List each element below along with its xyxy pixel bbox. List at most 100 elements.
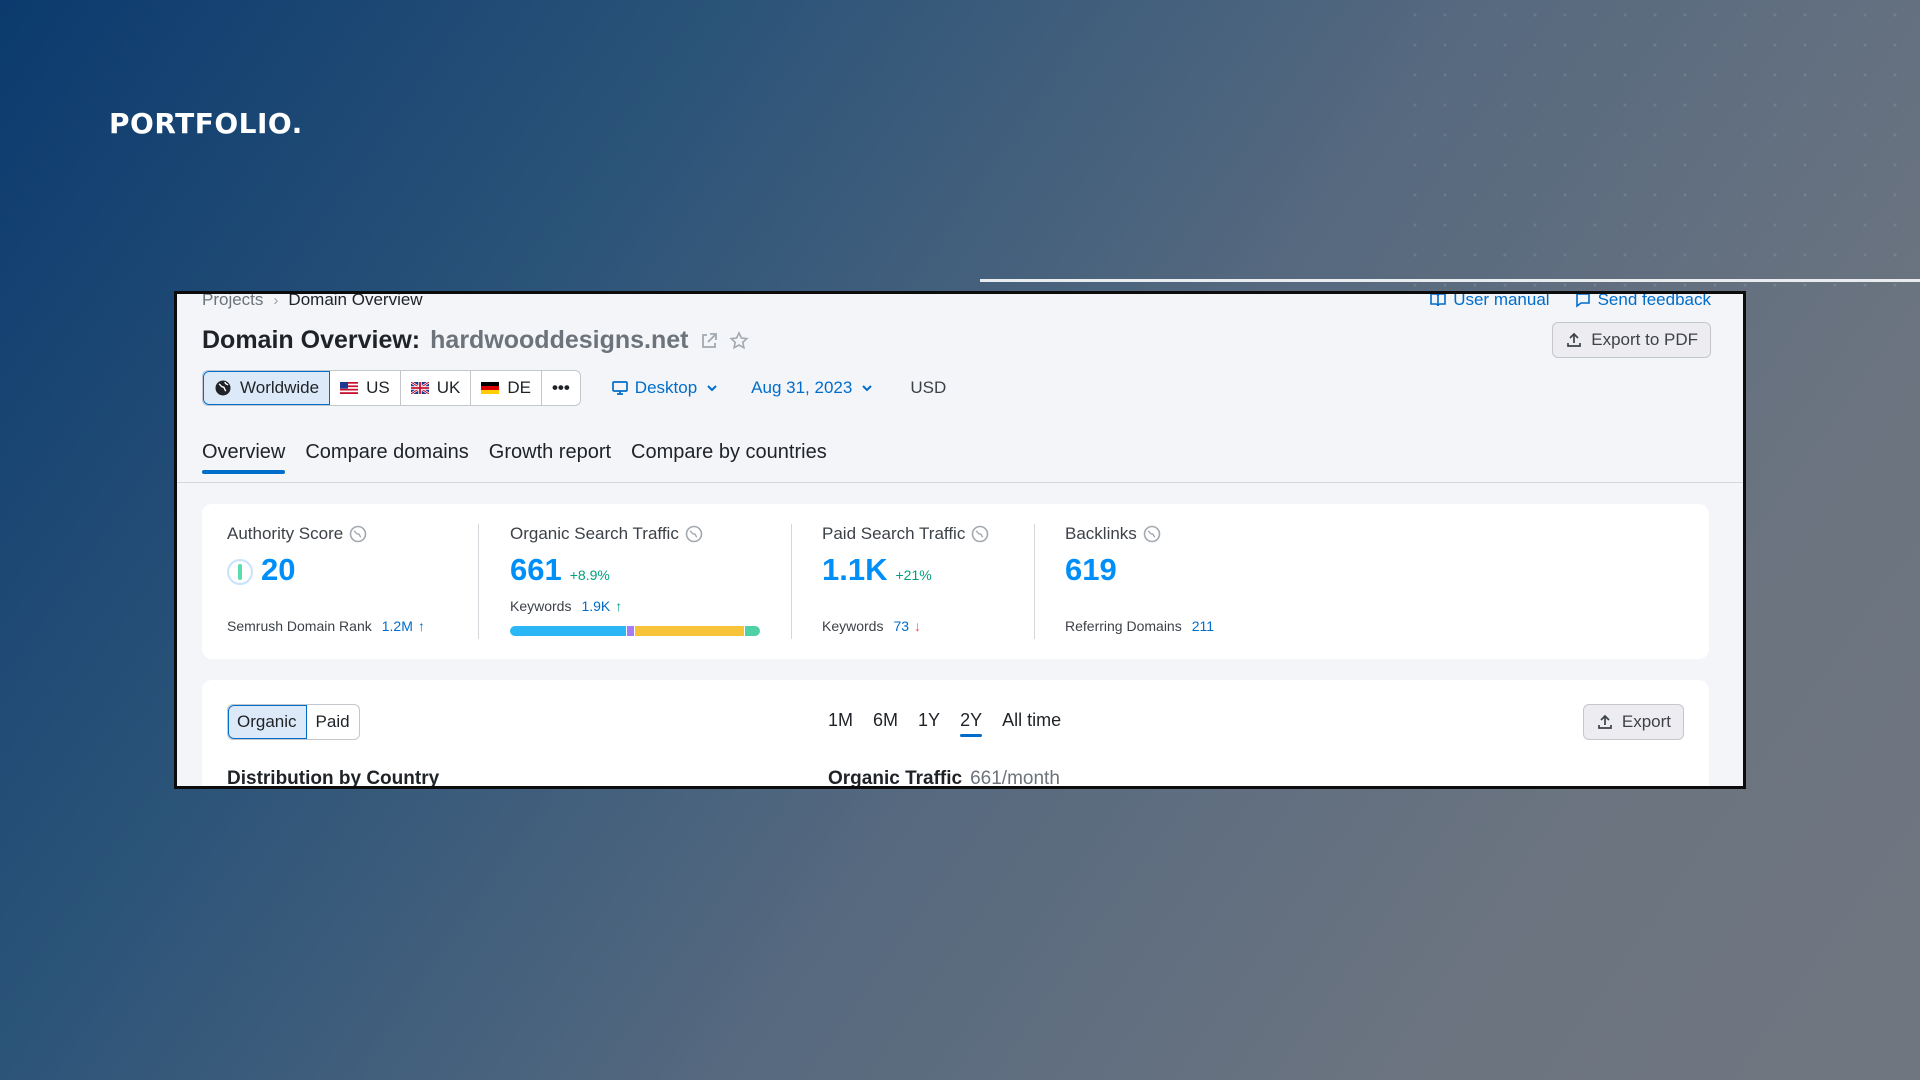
export-pdf-button[interactable]: Export to PDF xyxy=(1552,322,1711,358)
screenshot-frame: Projects › Domain Overview User manual S… xyxy=(174,291,1746,789)
paid-traffic-metric: Paid Search Traffic 1.1K +21% Keywords 7… xyxy=(822,524,989,634)
star-icon[interactable] xyxy=(728,330,749,351)
upload-icon xyxy=(1567,332,1582,347)
toggle-organic[interactable]: Organic xyxy=(228,705,307,739)
organic-keywords-label: Keywords xyxy=(510,598,572,614)
authority-score-label-row: Authority Score xyxy=(227,524,425,544)
traffic-type-toggle: Organic Paid xyxy=(227,704,360,740)
paid-traffic-label-row: Paid Search Traffic xyxy=(822,524,989,544)
toggle-paid[interactable]: Paid xyxy=(307,705,359,739)
region-uk[interactable]: UK xyxy=(401,371,472,405)
export-label: Export xyxy=(1621,712,1671,731)
upload-icon xyxy=(1598,714,1612,729)
domain-rank-row: Semrush Domain Rank 1.2M ↑ xyxy=(227,618,425,634)
paid-keywords-value[interactable]: 73 ↓ xyxy=(893,618,921,634)
authority-score-metric: Authority Score 20 Semrush Domain Rank 1… xyxy=(227,524,425,634)
globe-icon xyxy=(349,525,367,543)
region-de[interactable]: DE xyxy=(471,371,542,405)
page-title: Domain Overview: hardwooddesigns.net xyxy=(202,326,749,355)
period-1m[interactable]: 1M xyxy=(828,710,853,737)
tab-overview[interactable]: Overview xyxy=(202,441,286,474)
currency-label: USD xyxy=(910,378,947,397)
paid-traffic-value-row: 1.1K +21% xyxy=(822,552,989,588)
decorative-line xyxy=(980,279,1920,282)
desktop-icon xyxy=(611,381,628,395)
period-6m[interactable]: 6M xyxy=(873,710,898,737)
organic-keywords-number: 1.9K xyxy=(581,598,611,614)
globe-icon xyxy=(972,525,989,543)
metrics-card: Authority Score 20 Semrush Domain Rank 1… xyxy=(202,504,1709,659)
device-dropdown[interactable]: Desktop xyxy=(611,378,721,398)
organic-traffic-metric: Organic Search Traffic 661 +8.9% Keyword… xyxy=(510,524,760,636)
domain-rank-value[interactable]: 1.2M ↑ xyxy=(382,618,425,634)
paid-traffic-value[interactable]: 1.1K xyxy=(822,552,887,588)
send-feedback-label: Send feedback xyxy=(1597,291,1711,309)
organic-keywords-value[interactable]: 1.9K ↑ xyxy=(581,598,622,614)
paid-keywords-number: 73 xyxy=(893,618,910,634)
domain-name: hardwooddesigns.net xyxy=(430,326,689,354)
backlinks-value[interactable]: 619 xyxy=(1065,552,1117,588)
export-button[interactable]: Export xyxy=(1582,704,1684,740)
user-manual-link[interactable]: User manual xyxy=(1429,291,1550,310)
organic-traffic-value[interactable]: 661 xyxy=(510,552,562,588)
book-icon xyxy=(1430,294,1447,307)
keyword-bar-segment xyxy=(510,626,627,636)
distribution-by-country-title: Distribution by Country xyxy=(227,768,440,789)
region-more-button[interactable]: ••• xyxy=(542,371,580,405)
organic-traffic-label: Organic Search Traffic xyxy=(510,524,679,543)
period-selector: 1M 6M 1Y 2Y All time xyxy=(828,710,1061,737)
arrow-down-icon: ↓ xyxy=(914,618,922,634)
authority-score-value[interactable]: 20 xyxy=(261,552,295,588)
external-link-icon[interactable] xyxy=(699,331,719,351)
device-label: Desktop xyxy=(634,378,698,397)
keyword-distribution-bar[interactable] xyxy=(510,626,760,636)
tab-bar: Overview Compare domains Growth report C… xyxy=(202,441,827,474)
chevron-down-icon xyxy=(707,385,717,392)
period-1y[interactable]: 1Y xyxy=(918,710,940,737)
date-label: Aug 31, 2023 xyxy=(751,378,853,397)
tab-compare-by-countries[interactable]: Compare by countries xyxy=(631,441,827,474)
paid-traffic-delta: +21% xyxy=(895,567,932,583)
region-selector: Worldwide US UK DE ••• xyxy=(202,370,581,406)
breadcrumb-projects[interactable]: Projects xyxy=(202,294,263,310)
region-de-label: DE xyxy=(507,378,531,397)
organic-keywords-row: Keywords 1.9K ↑ xyxy=(510,598,760,614)
send-feedback-link[interactable]: Send feedback xyxy=(1574,291,1711,310)
export-pdf-label: Export to PDF xyxy=(1591,330,1698,349)
authority-score-gauge-icon xyxy=(227,559,253,585)
referring-domains-value[interactable]: 211 xyxy=(1192,618,1214,634)
tab-compare-domains[interactable]: Compare domains xyxy=(305,441,468,474)
region-worldwide-label: Worldwide xyxy=(240,378,320,397)
period-all-time[interactable]: All time xyxy=(1002,710,1061,737)
chevron-down-icon xyxy=(862,385,873,392)
region-us[interactable]: US xyxy=(330,371,401,405)
period-2y[interactable]: 2Y xyxy=(960,710,983,737)
date-dropdown[interactable]: Aug 31, 2023 xyxy=(751,378,876,398)
user-manual-label: User manual xyxy=(1453,291,1550,309)
keyword-bar-segment xyxy=(634,626,745,636)
region-worldwide[interactable]: Worldwide xyxy=(203,371,331,405)
paid-keywords-row: Keywords 73 ↓ xyxy=(822,618,989,634)
portfolio-logo: PORTFOLIO. xyxy=(109,107,303,140)
domain-rank-number: 1.2M xyxy=(381,618,413,634)
metric-divider xyxy=(1034,524,1035,639)
tab-divider xyxy=(177,482,1743,483)
globe-icon xyxy=(215,380,231,396)
page-title-text: Domain Overview: xyxy=(202,326,421,354)
arrow-up-icon: ↑ xyxy=(615,598,623,614)
region-us-label: US xyxy=(366,378,390,397)
keyword-bar-segment xyxy=(744,626,760,636)
authority-score-value-row: 20 xyxy=(227,552,425,588)
organic-traffic-label-row: Organic Search Traffic xyxy=(510,524,760,544)
breadcrumb: Projects › Domain Overview xyxy=(202,291,423,310)
breadcrumb-current: Domain Overview xyxy=(288,291,423,309)
speech-bubble-icon xyxy=(1575,294,1590,308)
tab-growth-report[interactable]: Growth report xyxy=(489,441,611,474)
arrow-up-icon: ↑ xyxy=(417,618,425,634)
referring-domains-label: Referring Domains xyxy=(1065,618,1182,634)
region-uk-label: UK xyxy=(436,378,461,397)
filter-controls: Worldwide US UK DE ••• Desktop Aug 31, 2… xyxy=(202,370,946,406)
traffic-card: Organic Paid 1M 6M 1Y 2Y All time Export… xyxy=(202,680,1709,789)
globe-icon xyxy=(685,525,703,543)
de-flag-icon xyxy=(481,382,500,394)
